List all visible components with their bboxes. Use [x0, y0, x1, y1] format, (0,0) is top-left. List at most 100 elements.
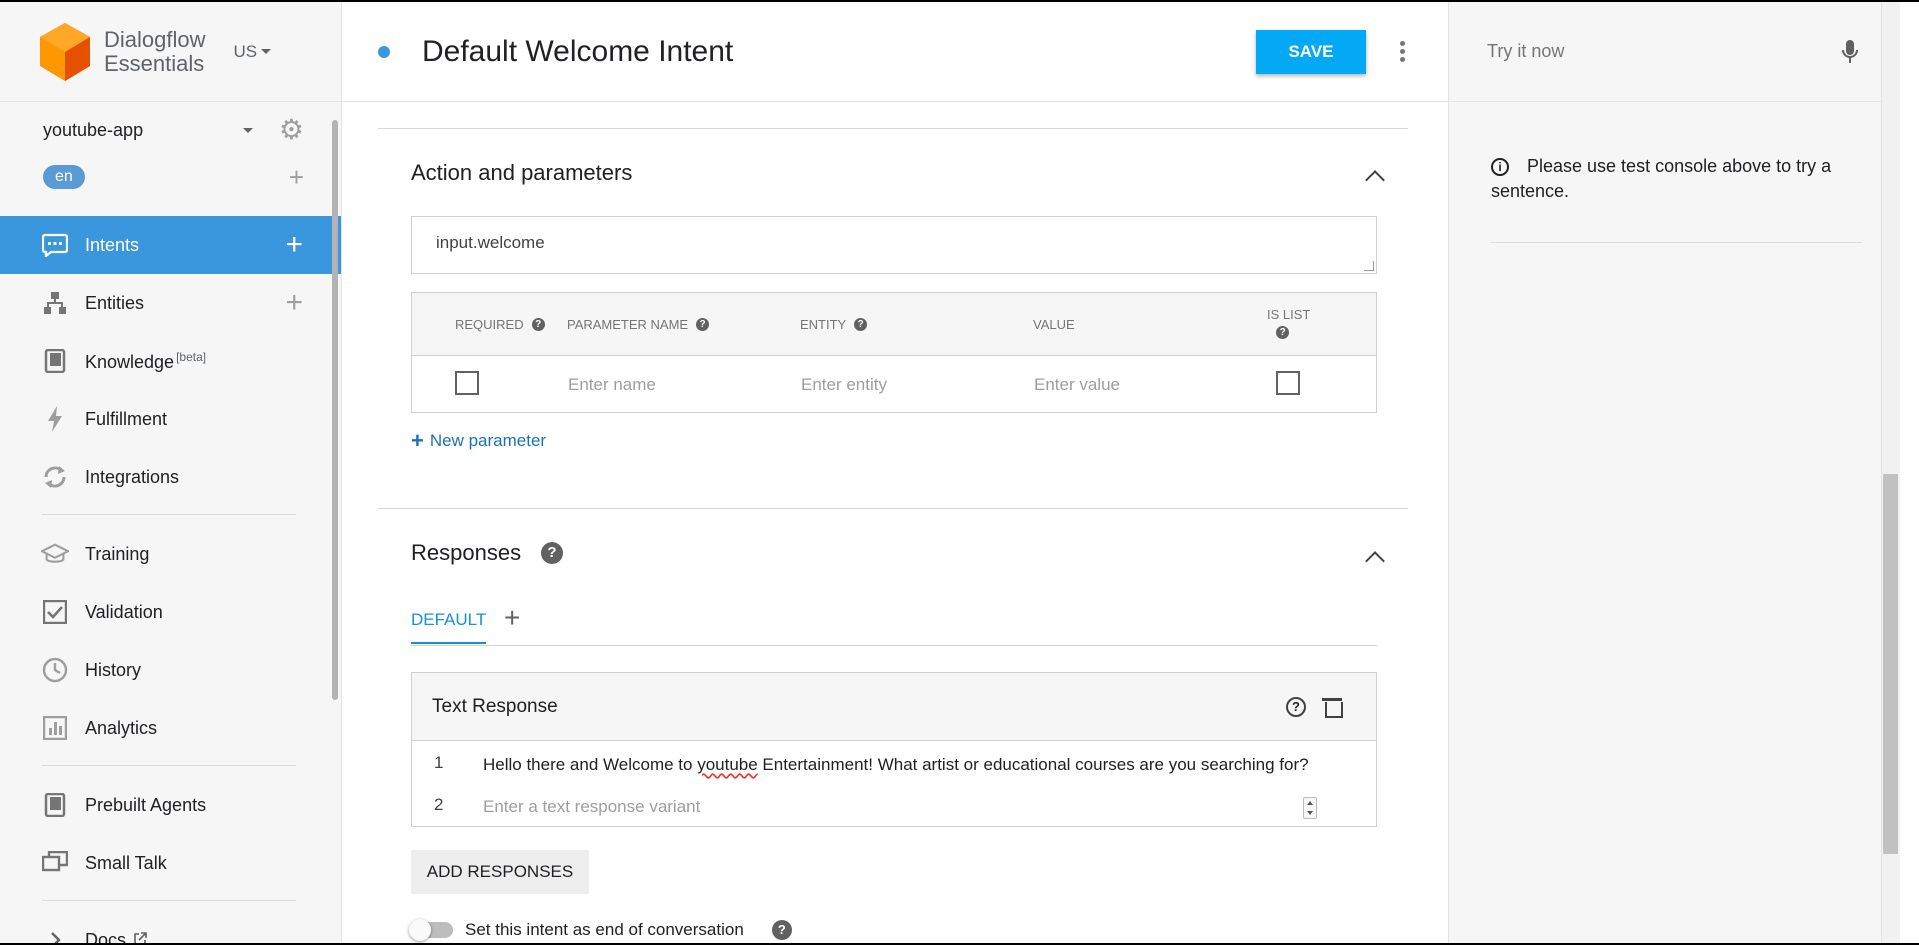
- sidebar-item-training[interactable]: Training: [0, 525, 341, 583]
- agent-selector[interactable]: youtube-app ⚙: [0, 102, 341, 158]
- response-text-part: Entertainment! What artist or educationa…: [757, 755, 1309, 774]
- new-parameter-link[interactable]: + New parameter: [411, 428, 546, 454]
- misspelled-word: youtube: [697, 755, 758, 774]
- plus-icon: +: [411, 428, 424, 453]
- add-entity-icon[interactable]: +: [285, 288, 303, 318]
- gear-icon[interactable]: ⚙: [279, 116, 304, 144]
- action-name-input[interactable]: input.welcome: [411, 216, 1377, 274]
- responses-section-title: Responses: [411, 540, 522, 565]
- sidebar-item-small-talk[interactable]: Small Talk: [0, 834, 341, 892]
- training-icon: [41, 540, 69, 568]
- add-responses-button[interactable]: ADD RESPONSES: [411, 850, 589, 894]
- kebab-menu-icon[interactable]: [1400, 41, 1406, 62]
- intents-icon: [41, 231, 69, 259]
- sidebar-scrollbar[interactable]: [332, 120, 338, 700]
- logo-icon[interactable]: [40, 22, 90, 81]
- parameter-entity-input[interactable]: Enter entity: [801, 375, 887, 395]
- add-language-icon[interactable]: +: [289, 162, 304, 193]
- try-it-now-bar: [1449, 2, 1900, 102]
- info-icon: i: [1491, 158, 1509, 176]
- response-text[interactable]: Hello there and Welcome to youtube Enter…: [483, 755, 1309, 775]
- language-pill[interactable]: en: [43, 165, 85, 189]
- knowledge-label: Knowledge: [85, 351, 175, 372]
- new-parameter-label: New parameter: [429, 431, 547, 450]
- sidebar-item-integrations[interactable]: Integrations: [0, 448, 341, 506]
- page-scrollbar-thumb[interactable]: [1883, 474, 1898, 854]
- mic-icon[interactable]: [1842, 39, 1858, 65]
- action-section-title: Action and parameters: [411, 160, 633, 185]
- col-is-list-label: IS LIST: [1267, 307, 1311, 322]
- end-conversation-label: Set this intent as end of conversation: [465, 920, 744, 939]
- sidebar-item-label: Knowledge [beta]: [85, 350, 303, 373]
- save-button[interactable]: SAVE: [1256, 29, 1366, 74]
- end-conversation-toggle[interactable]: [409, 919, 453, 941]
- brand-name: Dialogflow Essentials: [104, 26, 206, 76]
- caret-down-icon[interactable]: [242, 127, 253, 133]
- sidebar-item-prebuilt-agents[interactable]: Prebuilt Agents: [0, 776, 341, 834]
- sidebar-item-label: Validation: [85, 601, 163, 622]
- sidebar-item-history[interactable]: History: [0, 641, 341, 699]
- tab-default[interactable]: DEFAULT: [411, 610, 487, 644]
- integrations-icon: [41, 463, 69, 491]
- col-param-name-label: PARAMETER NAME: [567, 317, 689, 332]
- parameters-table: REQUIRED ? PARAMETER NAME ? ENTITY ? VAL…: [411, 292, 1377, 413]
- text-response-card: Text Response ? 1 Hello there and Welcom…: [411, 672, 1377, 827]
- sidebar-item-analytics[interactable]: Analytics: [0, 699, 341, 757]
- help-icon[interactable]: ?: [531, 318, 545, 331]
- sidebar-item-fulfillment[interactable]: Fulfillment: [0, 390, 341, 448]
- tab-divider: [411, 645, 1377, 646]
- language-row: en +: [0, 158, 341, 196]
- help-icon[interactable]: ?: [854, 318, 868, 331]
- small-talk-icon: [41, 849, 69, 877]
- add-tab-icon[interactable]: +: [504, 602, 520, 634]
- intent-title[interactable]: Default Welcome Intent: [422, 35, 1256, 69]
- text-response-row[interactable]: 2 Enter a text response variant: [412, 785, 1376, 827]
- help-icon[interactable]: ?: [696, 318, 710, 331]
- try-it-now-input[interactable]: [1487, 41, 1842, 62]
- sidebar-item-intents[interactable]: Intents +: [0, 216, 341, 274]
- validation-icon: [41, 598, 69, 626]
- sidebar-item-docs[interactable]: Docs: [0, 911, 341, 945]
- resize-handle[interactable]: [1364, 261, 1374, 271]
- sidebar-item-label: Integrations: [85, 466, 180, 487]
- chevron-up-icon[interactable]: [1365, 551, 1385, 571]
- sidebar: Dialogflow Essentials US youtube-app ⚙ e…: [0, 2, 342, 945]
- sidebar-item-label: Analytics: [85, 717, 158, 738]
- test-console: iPlease use test console above to try a …: [1448, 2, 1900, 945]
- help-icon[interactable]: ?: [1286, 696, 1306, 717]
- required-checkbox[interactable]: [455, 371, 479, 395]
- col-value-label: VALUE: [1033, 317, 1075, 332]
- text-response-title: Text Response: [432, 695, 558, 717]
- intent-header: Default Welcome Intent SAVE: [342, 2, 1448, 102]
- text-response-header: Text Response ?: [412, 673, 1376, 741]
- help-icon[interactable]: ?: [771, 920, 792, 940]
- response-variant-input[interactable]: Enter a text response variant: [483, 797, 700, 817]
- row-number: 2: [434, 795, 444, 814]
- trash-icon[interactable]: [1322, 697, 1343, 718]
- stepper-icon[interactable]: [1303, 797, 1317, 819]
- caret-down-icon: [261, 49, 272, 54]
- prebuilt-agents-icon: [41, 791, 69, 819]
- section-divider: [378, 128, 1408, 129]
- parameter-value-input[interactable]: Enter value: [1034, 375, 1120, 395]
- intent-editor: Action and parameters input.welcome REQU…: [342, 102, 1448, 945]
- region-label: US: [233, 41, 258, 61]
- sidebar-item-entities[interactable]: Entities +: [0, 274, 341, 332]
- sidebar-item-knowledge[interactable]: Knowledge [beta]: [0, 332, 341, 390]
- sidebar-item-label: Intents: [85, 234, 140, 255]
- response-text-part: Hello there and Welcome to: [483, 755, 698, 774]
- page-scrollbar-track[interactable]: [1881, 2, 1900, 945]
- brand-line2: Essentials: [104, 50, 205, 76]
- chevron-up-icon[interactable]: [1365, 170, 1385, 190]
- nav-divider: [42, 900, 296, 901]
- help-icon[interactable]: ?: [541, 542, 563, 564]
- add-intent-icon[interactable]: +: [285, 230, 303, 260]
- beta-badge: [beta]: [176, 349, 207, 364]
- text-response-row[interactable]: 1 Hello there and Welcome to youtube Ent…: [412, 743, 1376, 785]
- help-icon[interactable]: ?: [1276, 326, 1290, 339]
- is-list-checkbox[interactable]: [1276, 371, 1300, 395]
- sidebar-item-validation[interactable]: Validation: [0, 583, 341, 641]
- region-selector[interactable]: US: [234, 42, 272, 62]
- brand-line1: Dialogflow: [104, 26, 206, 52]
- parameter-name-input[interactable]: Enter name: [568, 375, 656, 395]
